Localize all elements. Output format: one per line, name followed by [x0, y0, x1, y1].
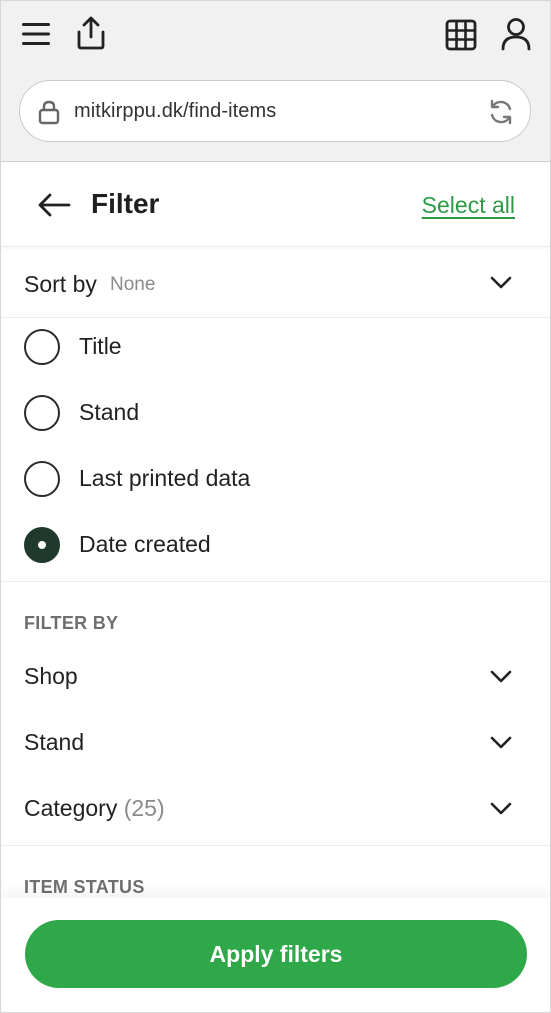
arrow-left-icon[interactable]: [37, 190, 71, 220]
radio-button[interactable]: [24, 461, 60, 497]
chevron-down-icon[interactable]: [490, 736, 512, 750]
apply-filters-button[interactable]: Apply filters: [25, 920, 527, 988]
radio-label: Stand: [79, 399, 140, 425]
category-count: (25): [123, 795, 165, 821]
sort-option-stand[interactable]: Stand: [1, 383, 550, 449]
filter-by-heading: FILTER BY: [24, 613, 119, 633]
chevron-down-icon[interactable]: [490, 670, 512, 684]
radio-label: Title: [79, 333, 122, 359]
filter-label: Shop: [24, 663, 78, 689]
user-icon[interactable]: [497, 15, 535, 53]
grid-icon[interactable]: [443, 17, 479, 53]
radio-button[interactable]: [24, 329, 60, 365]
menu-icon[interactable]: [21, 19, 51, 49]
filter-header: Filter Select all: [1, 162, 550, 247]
radio-label: Date created: [79, 531, 211, 557]
chevron-down-icon[interactable]: [490, 276, 512, 290]
page-title: Filter: [91, 188, 160, 219]
sort-option-date-created[interactable]: Date created: [1, 515, 550, 581]
sort-by-label: Sort by: [24, 271, 97, 297]
browser-toolbar: mitkirppu.dk/find-items: [1, 1, 550, 162]
radio-button[interactable]: [24, 395, 60, 431]
filter-label: Category (25): [24, 795, 165, 821]
share-icon[interactable]: [73, 15, 109, 51]
sort-by-value: None: [110, 274, 156, 295]
sort-option-title[interactable]: Title: [1, 317, 550, 383]
filter-label: Stand: [24, 729, 85, 755]
reload-icon[interactable]: [486, 97, 516, 127]
filter-category-dropdown[interactable]: Category (25): [1, 779, 550, 839]
filter-shop-dropdown[interactable]: Shop: [1, 647, 550, 707]
sort-by-dropdown[interactable]: Sort by None: [1, 249, 550, 318]
sort-option-last-printed[interactable]: Last printed data: [1, 449, 550, 515]
url-bar[interactable]: mitkirppu.dk/find-items: [19, 80, 531, 142]
bottom-action-bar: Apply filters: [1, 898, 550, 1012]
url-text[interactable]: mitkirppu.dk/find-items: [74, 100, 276, 123]
radio-button-checked[interactable]: [24, 527, 60, 563]
divider: [1, 581, 550, 582]
chevron-down-icon[interactable]: [490, 802, 512, 816]
select-all-link[interactable]: Select all: [422, 192, 515, 219]
divider: [1, 845, 550, 846]
phone-frame: mitkirppu.dk/find-items Filter Select al…: [0, 0, 551, 1013]
radio-label: Last printed data: [79, 465, 251, 491]
lock-icon: [38, 100, 60, 125]
item-status-heading: ITEM STATUS: [24, 877, 145, 897]
filter-stand-dropdown[interactable]: Stand: [1, 713, 550, 773]
